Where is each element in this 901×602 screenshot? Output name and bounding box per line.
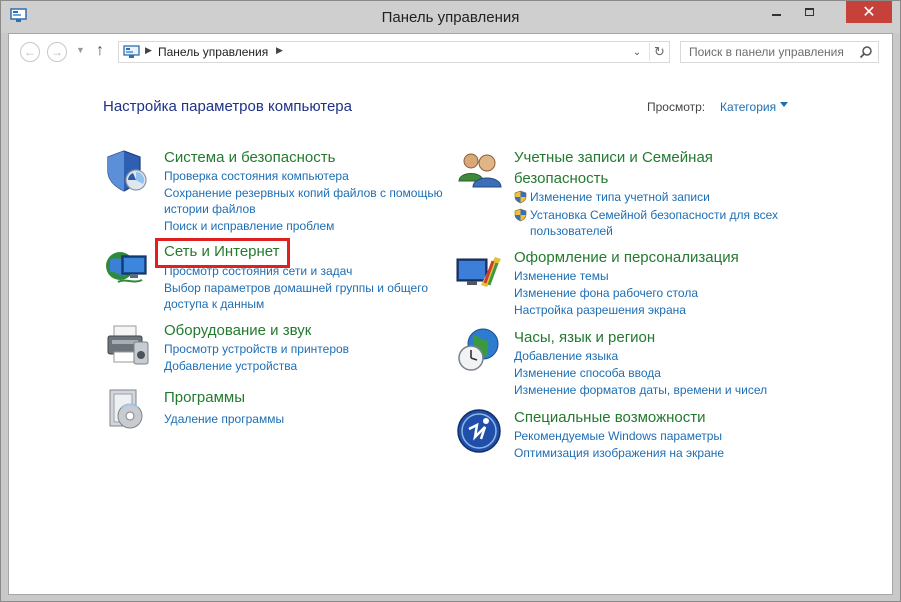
- shield-icon[interactable]: [104, 147, 152, 195]
- back-arrow-icon: ←: [24, 45, 36, 59]
- close-button[interactable]: ✕: [846, 1, 892, 23]
- link-screen-resolution[interactable]: Настройка разрешения экрана: [514, 303, 686, 317]
- address-dropdown-button[interactable]: ⌄: [629, 43, 645, 61]
- category-user-accounts[interactable]: Учетные записи и Семейная: [514, 149, 713, 166]
- view-by-caret-icon[interactable]: [780, 102, 788, 107]
- link-change-account-type[interactable]: Изменение типа учетной записи: [530, 190, 710, 204]
- minimize-icon: [771, 14, 781, 16]
- link-devices-printers[interactable]: Просмотр устройств и принтеров: [164, 342, 349, 356]
- appearance-icon[interactable]: [455, 249, 503, 297]
- up-button[interactable]: ↑: [96, 42, 104, 60]
- link-add-device[interactable]: Добавление устройства: [164, 359, 297, 373]
- uac-shield-icon: [514, 208, 527, 222]
- link-change-theme[interactable]: Изменение темы: [514, 269, 609, 283]
- refresh-icon: ↻: [654, 44, 665, 59]
- forward-button[interactable]: →: [47, 42, 67, 62]
- client-area: ← → ▼ ↑ ▶ Панель управления ▶ ⌄ ↻ Поиск …: [8, 33, 893, 595]
- network-globe-icon[interactable]: [104, 244, 152, 292]
- title-bar[interactable]: Панель управления ✕: [1, 1, 900, 33]
- category-user-accounts-cont[interactable]: безопасность: [514, 170, 608, 187]
- breadcrumb-separator-icon[interactable]: ▶: [145, 45, 152, 56]
- link-homegroup-sharing-cont[interactable]: доступа к данным: [164, 297, 264, 311]
- category-hardware-sound[interactable]: Оборудование и звук: [164, 322, 311, 339]
- programs-icon[interactable]: [104, 386, 152, 434]
- view-by-dropdown[interactable]: Категория: [720, 100, 776, 114]
- uac-shield-icon: [514, 190, 527, 204]
- category-programs[interactable]: Программы: [164, 389, 245, 406]
- link-homegroup-sharing[interactable]: Выбор параметров домашней группы и общег…: [164, 281, 428, 295]
- search-box[interactable]: Поиск в панели управления: [680, 41, 879, 63]
- link-change-input-method[interactable]: Изменение способа ввода: [514, 366, 661, 380]
- link-uninstall-program[interactable]: Удаление программы: [164, 412, 284, 426]
- control-panel-window: Панель управления ✕ ← → ▼ ↑ ▶ Панель упр…: [0, 0, 901, 602]
- search-icon[interactable]: [859, 45, 873, 59]
- clock-globe-icon[interactable]: [455, 326, 503, 374]
- category-appearance-personalization[interactable]: Оформление и персонализация: [514, 249, 739, 266]
- link-optimize-display[interactable]: Оптимизация изображения на экране: [514, 446, 724, 460]
- link-family-safety[interactable]: Установка Семейной безопасности для всех: [530, 208, 778, 222]
- link-check-computer-status[interactable]: Проверка состояния компьютера: [164, 169, 349, 183]
- maximize-icon: [804, 8, 814, 16]
- control-panel-icon: [123, 45, 140, 58]
- forward-arrow-icon: →: [51, 45, 63, 59]
- category-system-security[interactable]: Система и безопасность: [164, 149, 335, 166]
- link-file-history-backup[interactable]: Сохранение резервных копий файлов с помо…: [164, 186, 443, 200]
- recent-locations-dropdown[interactable]: ▼: [76, 45, 85, 55]
- back-button[interactable]: ←: [20, 42, 40, 62]
- address-bar[interactable]: ▶ Панель управления ▶ ⌄ ↻: [118, 41, 670, 63]
- link-recommended-settings[interactable]: Рекомендуемые Windows параметры: [514, 429, 722, 443]
- category-clock-language-region[interactable]: Часы, язык и регион: [514, 329, 655, 346]
- link-troubleshoot[interactable]: Поиск и исправление проблем: [164, 219, 334, 233]
- search-placeholder[interactable]: Поиск в панели управления: [689, 45, 844, 59]
- chevron-down-icon: ⌄: [632, 46, 642, 58]
- printer-icon[interactable]: [104, 322, 152, 370]
- link-change-date-formats[interactable]: Изменение форматов даты, времени и чисел: [514, 383, 767, 397]
- category-ease-of-access[interactable]: Специальные возможности: [514, 409, 706, 426]
- minimize-button[interactable]: [761, 1, 791, 23]
- navigation-bar: ← → ▼ ↑ ▶ Панель управления ▶ ⌄ ↻ Поиск …: [9, 34, 892, 72]
- breadcrumb-control-panel[interactable]: Панель управления: [158, 45, 268, 59]
- breadcrumb-separator-icon[interactable]: ▶: [276, 45, 283, 56]
- close-icon: ✕: [862, 4, 876, 21]
- link-family-safety-cont[interactable]: пользователей: [530, 224, 613, 238]
- highlight-box: [155, 238, 290, 268]
- link-file-history-backup-cont[interactable]: истории файлов: [164, 202, 256, 216]
- users-icon[interactable]: [455, 147, 503, 195]
- link-add-language[interactable]: Добавление языка: [514, 349, 618, 363]
- ease-of-access-icon[interactable]: [455, 407, 503, 455]
- link-change-desktop-background[interactable]: Изменение фона рабочего стола: [514, 286, 698, 300]
- refresh-button[interactable]: ↻: [649, 43, 669, 61]
- maximize-button[interactable]: [794, 1, 824, 23]
- view-by-label: Просмотр:: [647, 100, 706, 114]
- up-arrow-icon: ↑: [96, 42, 104, 59]
- page-title: Настройка параметров компьютера: [103, 98, 352, 115]
